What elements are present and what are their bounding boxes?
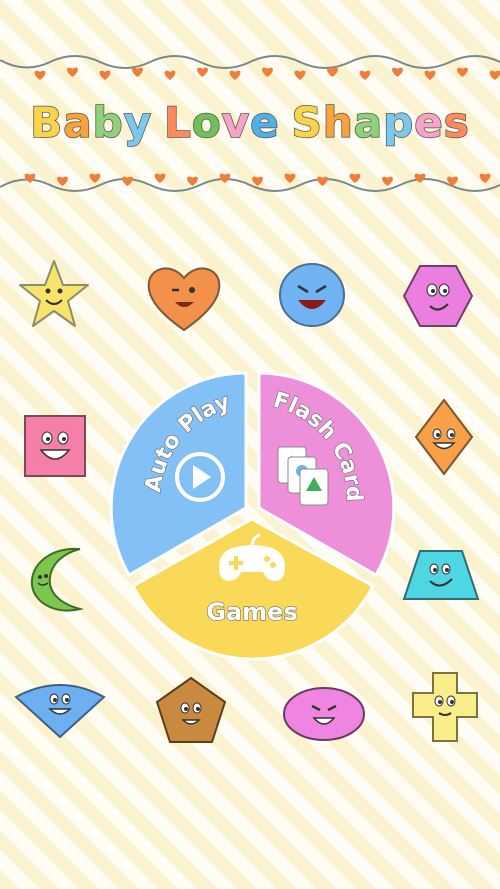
- bottom-heart-garland: [0, 173, 500, 192]
- heart-decor-icon: [359, 70, 371, 80]
- heart-decor-icon: [132, 67, 143, 77]
- heart-decor-icon: [187, 176, 198, 186]
- trapezoid-icon: [402, 550, 480, 600]
- heart-decor-icon: [382, 176, 393, 186]
- heart-decor-icon: [197, 67, 208, 77]
- crescent-icon: [30, 547, 84, 612]
- heart-shape-button[interactable]: [145, 262, 223, 332]
- oval-shape-button[interactable]: [282, 686, 366, 742]
- heart-decor-icon: [154, 173, 166, 183]
- heart-decor-icon: [284, 173, 296, 183]
- heart-decor-icon: [99, 70, 111, 80]
- heart-decor-icon: [262, 67, 273, 77]
- heart-decor-icon: [34, 70, 46, 80]
- star-icon: [19, 260, 89, 327]
- circle-shape-button[interactable]: [278, 262, 346, 328]
- heart-decor-icon: [479, 173, 491, 183]
- cross-icon: [412, 672, 478, 742]
- heart-decor-icon: [89, 173, 101, 183]
- heart-decor-icon: [57, 176, 68, 186]
- heart-decor-icon: [392, 67, 403, 77]
- heart-decor-icon: [317, 176, 328, 186]
- app-title: Baby Love Shapes: [30, 97, 470, 148]
- cross-shape-button[interactable]: [411, 671, 479, 743]
- heart-decor-icon: [252, 176, 263, 186]
- sector-shape-button[interactable]: [14, 679, 106, 739]
- heart-decor-icon: [327, 67, 338, 77]
- crescent-shape-button[interactable]: [26, 543, 84, 615]
- star-shape-button[interactable]: [18, 258, 90, 330]
- games-label: Games: [206, 598, 297, 626]
- diamond-shape-button[interactable]: [414, 398, 474, 476]
- heart-decor-icon: [24, 173, 36, 183]
- square-icon: [24, 415, 86, 477]
- heart-decor-icon: [424, 70, 436, 80]
- heart-decor-icon: [457, 67, 468, 77]
- heart-decor-icon: [219, 173, 231, 183]
- square-shape-button[interactable]: [23, 414, 87, 478]
- circle-icon: [279, 263, 345, 327]
- hexagon-icon: [402, 265, 474, 327]
- heart-decor-icon: [349, 173, 361, 183]
- heart-decor-icon: [164, 70, 176, 80]
- hexagon-shape-button[interactable]: [402, 264, 474, 328]
- heart-decor-icon: [229, 70, 241, 80]
- heart-decor-icon: [489, 70, 500, 80]
- oval-icon: [283, 687, 365, 741]
- pentagon-icon: [155, 676, 227, 743]
- heart-decor-icon: [122, 176, 133, 186]
- main-menu-wheel: Auto Play Flash Card Games: [109, 367, 396, 661]
- heart-decor-icon: [67, 67, 78, 77]
- pentagon-shape-button[interactable]: [155, 676, 227, 744]
- heart-icon: [147, 267, 221, 332]
- heart-decor-icon: [414, 173, 426, 183]
- diamond-icon: [414, 398, 474, 476]
- heart-decor-icon: [294, 70, 306, 80]
- top-heart-garland: [0, 55, 500, 80]
- trapezoid-shape-button[interactable]: [402, 549, 480, 601]
